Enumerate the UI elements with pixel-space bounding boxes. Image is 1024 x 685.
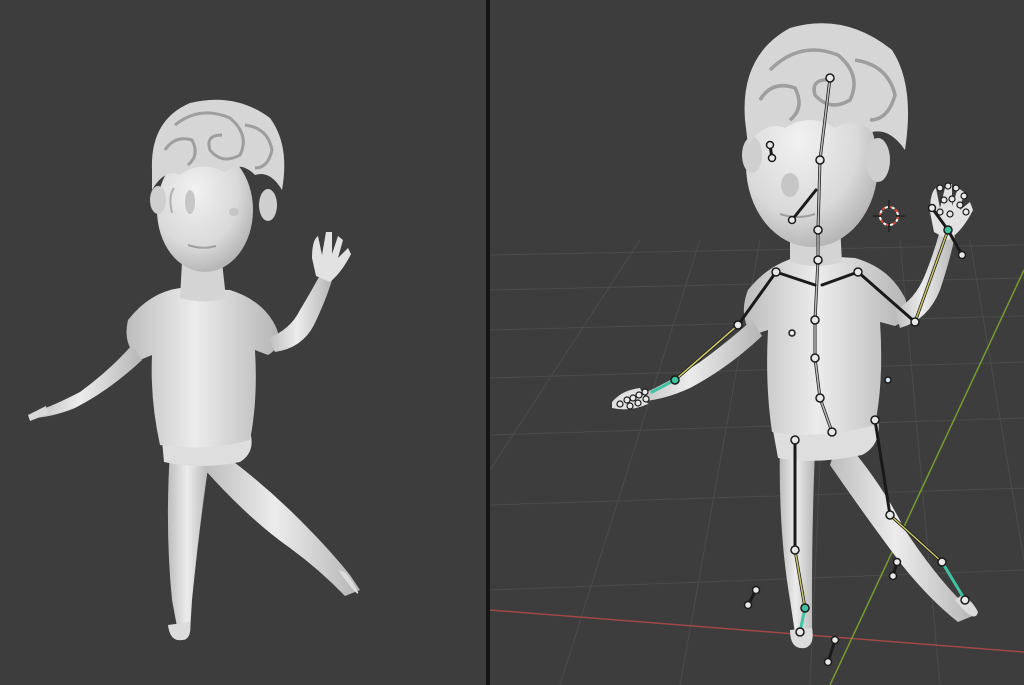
character-render-right [490, 23, 1024, 685]
character-left [28, 99, 360, 641]
3d-cursor-icon[interactable] [873, 200, 905, 232]
character-render-left [28, 99, 360, 641]
viewport-left[interactable] [0, 0, 486, 685]
viewport-right[interactable] [490, 0, 1024, 685]
x-axis-line [490, 609, 1024, 653]
